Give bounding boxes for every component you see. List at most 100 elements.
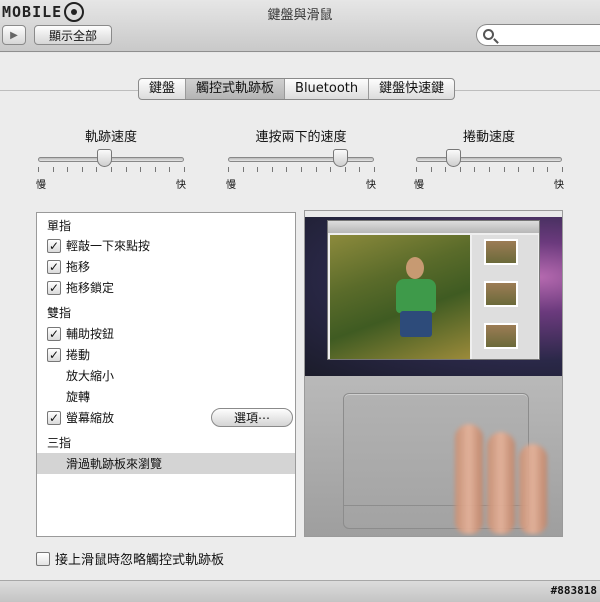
slow-label: 慢 xyxy=(226,180,236,191)
checkmark-icon: ✓ xyxy=(48,280,60,295)
slider-tick xyxy=(359,167,361,172)
search-icon xyxy=(483,29,494,40)
scroll-checkbox[interactable]: ✓ xyxy=(47,347,61,362)
checkmark-icon: ✓ xyxy=(48,326,60,341)
ignore-trackpad-checkbox[interactable] xyxy=(36,551,50,566)
ignore-trackpad-label: 接上滑鼠時忽略觸控式軌跡板 xyxy=(55,553,225,568)
slider-tick xyxy=(271,167,273,172)
scroll-label: 捲動 xyxy=(66,348,91,362)
show-all-button[interactable]: 顯示全部 xyxy=(34,25,112,45)
slider-tick xyxy=(96,167,98,172)
preview-thumbnails xyxy=(472,235,538,359)
tracking-speed-thumb[interactable] xyxy=(96,149,112,167)
drag-lock-row[interactable]: ✓ 拖移鎖定 xyxy=(37,277,295,298)
screen-zoom-checkbox[interactable]: ✓ xyxy=(47,410,61,425)
slider-tick xyxy=(286,167,288,172)
options-button[interactable]: 選項⋯ xyxy=(211,408,293,427)
finger-illustration xyxy=(487,432,515,534)
slider-tick xyxy=(111,167,112,172)
dragging-checkbox[interactable]: ✓ xyxy=(47,259,61,274)
slider-tick xyxy=(81,167,83,172)
slider-tick xyxy=(125,167,127,172)
tab-bluetooth[interactable]: Bluetooth xyxy=(285,79,370,99)
drag-lock-checkbox[interactable]: ✓ xyxy=(47,280,61,295)
scroll-speed-title: 捲動速度 xyxy=(462,130,515,145)
drag-lock-label: 拖移鎖定 xyxy=(66,281,115,295)
gesture-preview xyxy=(304,210,563,537)
scroll-speed-track[interactable] xyxy=(416,149,562,167)
scroll-speed-thumb[interactable] xyxy=(446,149,461,167)
dragging-label: 拖移 xyxy=(66,260,91,274)
gesture-list: 單指 ✓ 輕敲一下來點按 ✓ 拖移 ✓ 拖移鎖定 雙指 ✓ 輔助按鈕 ✓ 捲動 … xyxy=(36,212,296,537)
slider-tick xyxy=(474,167,476,172)
checkmark-icon: ✓ xyxy=(48,347,60,362)
zoom-row[interactable]: 放大縮小 xyxy=(37,365,295,386)
preview-app-window xyxy=(327,220,540,360)
preview-screen xyxy=(305,211,562,376)
fast-label: 快 xyxy=(176,180,186,191)
slider-tick xyxy=(52,167,54,172)
secondary-click-label: 輔助按鈕 xyxy=(66,327,115,341)
preview-app-toolbar xyxy=(328,221,539,233)
tab-keyboard-shortcuts[interactable]: 鍵盤快速鍵 xyxy=(369,79,454,99)
dragging-row[interactable]: ✓ 拖移 xyxy=(37,256,295,277)
checkmark-icon: ✓ xyxy=(48,238,60,253)
slider-tick xyxy=(562,167,563,172)
preview-photo xyxy=(330,235,470,359)
tap-to-click-row[interactable]: ✓ 輕敲一下來點按 xyxy=(37,235,295,256)
slider-tick xyxy=(532,167,534,172)
slider-ticks xyxy=(38,167,185,173)
slider-tick xyxy=(503,167,505,172)
slider-tick xyxy=(344,167,346,172)
finger-illustration xyxy=(519,444,547,534)
window-title: 鍵盤與滑鼠 xyxy=(267,8,333,23)
back-forward-button[interactable]: ▶ xyxy=(2,25,26,45)
tracking-speed-track[interactable] xyxy=(38,149,184,167)
swipe-navigate-row[interactable]: 滑過軌跡板來瀏覽 xyxy=(37,453,295,474)
slider-tick xyxy=(445,167,447,172)
slider-tick xyxy=(315,167,317,172)
slider-tick xyxy=(67,167,69,172)
rotate-row[interactable]: 旋轉 xyxy=(37,386,295,407)
slider-tick xyxy=(301,167,302,172)
double-click-speed-track[interactable] xyxy=(228,149,374,167)
play-triangle-icon: ▶ xyxy=(10,29,18,41)
double-click-speed-title: 連按兩下的速度 xyxy=(255,130,347,145)
slider-tick xyxy=(518,167,520,172)
tab-keyboard[interactable]: 鍵盤 xyxy=(139,79,187,99)
bottom-bar xyxy=(0,580,600,602)
thumbnail-image xyxy=(484,239,518,265)
search-field[interactable] xyxy=(476,24,600,46)
tap-to-click-checkbox[interactable]: ✓ xyxy=(47,238,61,253)
slider-tick xyxy=(169,167,171,172)
slider-tick xyxy=(38,167,39,172)
double-click-speed-thumb[interactable] xyxy=(332,149,348,167)
slider-tick xyxy=(257,167,259,172)
slider-tick xyxy=(489,167,490,172)
slider-tick xyxy=(228,167,229,172)
slider-tick xyxy=(330,167,332,172)
slider-tick xyxy=(140,167,142,172)
search-input[interactable] xyxy=(499,27,597,43)
finger-illustration xyxy=(455,424,483,534)
slider-ticks xyxy=(228,167,375,173)
slider-tick xyxy=(374,167,375,172)
tab-bar: 鍵盤 觸控式軌跡板 Bluetooth 鍵盤快速鍵 xyxy=(138,78,456,100)
tab-trackpad[interactable]: 觸控式軌跡板 xyxy=(186,79,286,99)
ignore-trackpad-row[interactable]: 接上滑鼠時忽略觸控式軌跡板 xyxy=(36,549,224,568)
screen-zoom-label: 螢幕縮放 xyxy=(66,411,115,425)
slider-tick xyxy=(184,167,185,172)
slider-tick xyxy=(459,167,461,172)
scroll-row[interactable]: ✓ 捲動 xyxy=(37,344,295,365)
tap-to-click-label: 輕敲一下來點按 xyxy=(66,239,151,253)
slider-tick xyxy=(242,167,244,172)
fast-label: 快 xyxy=(366,180,376,191)
secondary-click-row[interactable]: ✓ 輔助按鈕 xyxy=(37,323,295,344)
slow-label: 慢 xyxy=(36,180,46,191)
checkmark-icon: ✓ xyxy=(48,410,60,425)
person-illustration xyxy=(396,254,436,337)
secondary-click-checkbox[interactable]: ✓ xyxy=(47,326,61,341)
preview-menubar xyxy=(305,211,562,217)
tracking-speed-slider-group: 軌跡速度 慢 快 xyxy=(36,126,186,191)
slider-tick xyxy=(547,167,549,172)
